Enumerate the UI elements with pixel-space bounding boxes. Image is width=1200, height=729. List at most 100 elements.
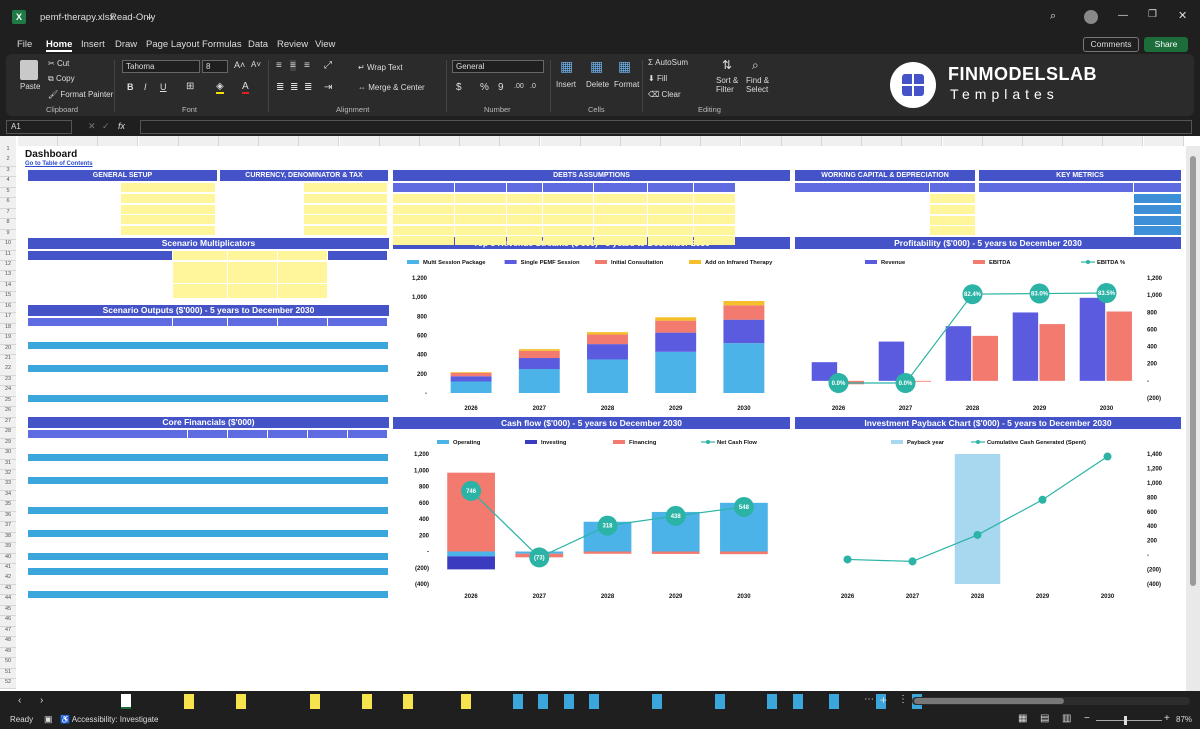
menu-data[interactable]: Data [248, 39, 268, 50]
page-break-view-icon[interactable]: ▥ [1062, 713, 1071, 724]
restore-icon[interactable]: ❐ [1148, 9, 1157, 20]
menu-page-layout[interactable]: Page Layout [146, 39, 199, 50]
row-header[interactable]: 33 [0, 480, 16, 491]
comma-format-icon[interactable]: 9 [498, 82, 504, 93]
row-header[interactable]: 26 [0, 407, 16, 418]
cut-button[interactable]: ✂ Cut [48, 59, 69, 68]
row-header[interactable]: 39 [0, 543, 16, 554]
borders-icon[interactable]: ⊞ [186, 81, 194, 92]
column-header[interactable] [741, 136, 782, 146]
column-header[interactable] [661, 136, 702, 146]
align-middle-icon[interactable]: ≡ [290, 60, 296, 71]
field-value[interactable] [121, 183, 215, 192]
debt-cell[interactable] [648, 225, 693, 235]
sheet-tab[interactable] [538, 694, 549, 709]
chevron-down-icon[interactable]: ⌄ [146, 11, 154, 22]
debt-cell[interactable] [594, 204, 647, 214]
currency-format-icon[interactable]: $ [456, 82, 462, 93]
toc-link[interactable]: Go to Table of Contents [25, 161, 93, 167]
menu-home[interactable]: Home [46, 39, 73, 52]
sheet-tab[interactable] [792, 694, 803, 709]
field-value[interactable] [304, 226, 387, 236]
menu-insert[interactable]: Insert [81, 39, 105, 50]
align-center-icon[interactable]: ≣ [290, 82, 298, 93]
horizontal-scrollbar[interactable] [912, 697, 1190, 705]
sheet-tab[interactable] [563, 694, 574, 709]
align-right-icon[interactable]: ≣ [304, 82, 312, 93]
debt-cell[interactable] [455, 236, 506, 245]
search-icon[interactable]: ⌕ [1050, 10, 1056, 23]
sheet-tab[interactable] [589, 694, 600, 709]
row-header[interactable]: 30 [0, 449, 16, 460]
debt-cell[interactable] [543, 236, 593, 245]
menu-formulas[interactable]: Formulas [202, 39, 242, 50]
paste-icon[interactable] [20, 60, 38, 80]
scenario-value[interactable] [228, 283, 277, 291]
paste-button[interactable]: Paste [20, 82, 40, 91]
row-header[interactable]: 16 [0, 302, 16, 314]
row-header[interactable]: 14 [0, 281, 16, 293]
align-left-icon[interactable]: ≣ [276, 82, 284, 93]
debt-cell[interactable] [648, 236, 693, 245]
minimize-icon[interactable]: — [1118, 10, 1128, 21]
delete-cells-button[interactable]: Delete [586, 80, 609, 89]
delete-cells-icon[interactable]: ▦ [590, 58, 603, 75]
debt-cell[interactable] [694, 236, 735, 245]
field-value[interactable] [304, 183, 387, 192]
debt-cell[interactable] [594, 194, 647, 203]
column-header[interactable] [58, 136, 99, 146]
zoom-slider[interactable] [1096, 716, 1162, 725]
macro-icon[interactable]: ▣ [44, 714, 53, 725]
row-header[interactable]: 3 [0, 166, 16, 178]
row-header[interactable]: 41 [0, 564, 16, 575]
prev-sheet-icon[interactable]: ‹ [18, 695, 21, 706]
sheet-tab[interactable] [652, 694, 663, 709]
number-format-select[interactable]: General [452, 60, 544, 73]
column-header[interactable] [138, 136, 179, 146]
row-header[interactable]: 10 [0, 240, 16, 251]
row-header[interactable]: 9 [0, 229, 16, 241]
row-header[interactable]: 37 [0, 522, 16, 533]
formula-input[interactable] [140, 120, 1192, 134]
debt-cell[interactable] [507, 215, 542, 224]
row-header[interactable]: 51 [0, 668, 16, 679]
sheet-tab[interactable] [184, 694, 195, 709]
row-header[interactable]: 15 [0, 292, 16, 303]
debt-cell[interactable] [507, 194, 542, 203]
row-header[interactable]: 47 [0, 626, 16, 638]
page-layout-view-icon[interactable]: ▤ [1040, 713, 1049, 724]
row-header[interactable]: 34 [0, 490, 16, 502]
sheet-tab[interactable] [403, 694, 414, 709]
format-cells-icon[interactable]: ▦ [618, 58, 631, 75]
debt-cell[interactable] [543, 215, 593, 224]
row-header[interactable]: 32 [0, 469, 16, 481]
copy-button[interactable]: ⧉ Copy [48, 74, 75, 84]
next-sheet-icon[interactable]: › [40, 695, 43, 706]
zoom-in-icon[interactable]: + [1164, 713, 1170, 724]
row-header[interactable]: 25 [0, 396, 16, 408]
column-header[interactable] [1063, 136, 1104, 146]
zoom-level[interactable]: 87% [1176, 715, 1192, 724]
row-header[interactable]: 6 [0, 198, 16, 209]
debt-cell[interactable] [694, 194, 735, 203]
debt-cell[interactable] [543, 194, 593, 203]
row-header[interactable]: 46 [0, 616, 16, 627]
column-header[interactable] [701, 136, 742, 146]
merge-center-button[interactable]: ⇔ Merge & Center [358, 83, 425, 92]
column-header[interactable] [420, 136, 460, 146]
sheet-tab[interactable] [828, 694, 839, 709]
sort-filter-button[interactable]: Sort & Filter [716, 76, 738, 94]
scenario-value[interactable] [228, 262, 277, 269]
sheet-tab[interactable] [236, 694, 247, 709]
row-header[interactable]: 21 [0, 355, 16, 366]
autosum-button[interactable]: Σ AutoSum [648, 58, 688, 67]
debt-cell[interactable] [594, 236, 647, 245]
column-header[interactable] [299, 136, 340, 146]
debt-cell[interactable] [543, 204, 593, 214]
row-header[interactable]: 13 [0, 271, 16, 282]
field-value[interactable] [121, 204, 215, 214]
column-header[interactable] [862, 136, 903, 146]
row-header[interactable]: 38 [0, 532, 16, 544]
column-header[interactable] [98, 136, 139, 146]
sheet-tab[interactable] [361, 694, 372, 709]
